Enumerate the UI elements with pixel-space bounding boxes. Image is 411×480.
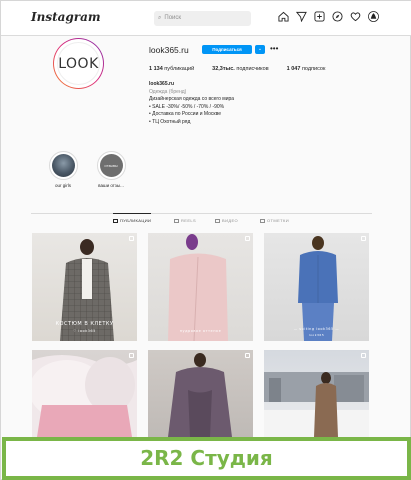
post-thumbnail[interactable]: — suiting look365 — look365 [264, 233, 369, 341]
followers-count[interactable]: 32,3тыс. подписчиков [212, 66, 268, 72]
profile-stats: 1 134 публикаций 32,3тыс. подписчиков 1 … [149, 66, 325, 72]
bio-category: Одежда (бренд) [149, 88, 187, 95]
tab-label: ПУБЛИКАЦИИ [120, 218, 152, 223]
new-post-icon[interactable] [314, 11, 325, 22]
carousel-icon [129, 353, 134, 358]
carousel-icon [245, 236, 250, 241]
followers-label: подписчиков [236, 66, 269, 72]
carousel-icon [361, 236, 366, 241]
activity-icon[interactable] [350, 11, 361, 22]
nav-icons [278, 11, 379, 22]
avatar-logo-text: LOOK [57, 42, 100, 85]
following-count[interactable]: 1 047 подписок [287, 66, 326, 72]
chevron-down-icon: ⌄ [257, 46, 263, 52]
highlight-image: ОТЗЫВЫ [99, 154, 123, 177]
post-image [298, 236, 338, 341]
direct-icon[interactable] [296, 11, 307, 22]
top-navigation: Instagram ⌕ Поиск [1, 1, 411, 36]
highlight-cover [48, 151, 78, 180]
explore-icon[interactable] [332, 11, 343, 22]
grid-icon [113, 218, 118, 223]
following-number: 1 047 [286, 66, 301, 72]
following-label: подписок [301, 66, 326, 72]
highlight-label: ваши отзы... [98, 183, 124, 188]
search-input[interactable]: ⌕ Поиск [154, 11, 251, 26]
carousel-icon [361, 353, 366, 358]
post-thumbnail[interactable] [32, 350, 137, 437]
post-caption-sub: look365 [308, 333, 325, 337]
post-caption: — suiting look365 — [293, 327, 340, 331]
highlight-reviews[interactable]: ОТЗЫВЫ ваши отзы... [94, 151, 128, 188]
studio-banner: 2R2 Студия [2, 437, 411, 480]
carousel-icon [245, 353, 250, 358]
posts-label: публикаций [164, 66, 195, 72]
bio-line: • SALE -30%/ -50% / -70% / -90% [149, 103, 225, 110]
highlight-image [51, 154, 75, 177]
post-thumbnail[interactable]: КОСТЮМ В КЛЕТКУ ♡ look365 [32, 233, 137, 341]
post-thumbnail[interactable]: пудровое оттенке [148, 233, 253, 341]
instagram-logo[interactable]: Instagram [31, 10, 101, 24]
carousel-icon [129, 236, 134, 241]
bio-line: Дизайнерская одежда со всего мира [149, 96, 235, 102]
post-image [32, 355, 137, 437]
highlight-our-girls[interactable]: our girls [46, 151, 80, 188]
search-placeholder: Поиск [164, 15, 182, 21]
tab-label: ВИДЕО [222, 218, 239, 223]
bio-line: • Доставка по России и Москве [149, 111, 222, 117]
profile-avatar-icon[interactable] [368, 11, 379, 22]
profile-username: look365.ru [149, 45, 189, 55]
posts-number: 1 134 [149, 66, 163, 72]
tab-tagged[interactable]: ОТМЕТКИ [260, 218, 289, 223]
highlight-cover: ОТЗЫВЫ [96, 151, 126, 180]
tab-reels[interactable]: REELS [174, 218, 196, 223]
post-caption: КОСТЮМ В КЛЕТКУ [55, 321, 114, 327]
reels-icon [174, 218, 179, 223]
post-image [168, 234, 228, 341]
search-icon: ⌕ [158, 15, 162, 21]
tab-video[interactable]: ВИДЕО [215, 218, 238, 223]
profile-bio: look365.ru Одежда (бренд) Дизайнерская о… [149, 81, 349, 126]
tagged-icon [260, 218, 265, 223]
follow-button[interactable]: Подписаться [202, 45, 252, 54]
posts-count: 1 134 публикаций [149, 66, 194, 72]
post-thumbnail[interactable] [148, 350, 253, 437]
post-caption: пудровое оттенке [179, 329, 222, 333]
profile-avatar[interactable]: LOOK [53, 38, 104, 89]
post-image [168, 353, 232, 437]
home-icon[interactable] [278, 11, 289, 22]
bio-name: look365.ru [149, 81, 175, 87]
more-options-button[interactable]: ••• [270, 44, 278, 53]
post-thumbnail[interactable] [264, 350, 369, 437]
browser-frame: Instagram ⌕ Поиск LOOK look365.ru Подписа… [0, 0, 411, 480]
tab-label: ОТМЕТКИ [267, 218, 290, 223]
video-icon [215, 218, 220, 223]
banner-text: 2R2 Студия [140, 446, 273, 470]
post-image [264, 372, 369, 437]
tab-label: REELS [181, 218, 197, 223]
post-caption-sub: ♡ look365 [73, 329, 96, 333]
bio-line: • ТЦ Охотный ряд [149, 118, 191, 125]
followers-number: 32,3тыс. [212, 66, 235, 72]
highlight-label: our girls [54, 183, 71, 188]
suggested-dropdown-button[interactable]: ⌄ [255, 45, 265, 54]
tab-posts[interactable]: ПУБЛИКАЦИИ [113, 213, 152, 223]
tabs-divider [31, 213, 372, 214]
